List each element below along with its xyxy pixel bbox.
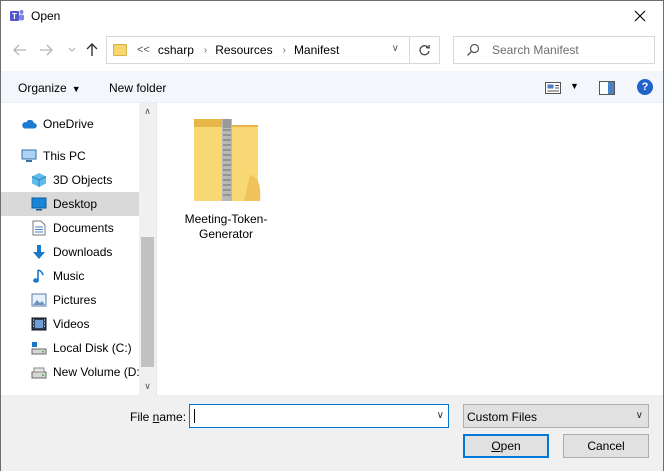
- footer-panel: File name: ∨ Custom Files ∨ Open Cancel: [1, 395, 663, 471]
- sidebar-item-pictures[interactable]: Pictures: [31, 288, 139, 312]
- folder-icon: [113, 44, 127, 56]
- preview-pane-icon[interactable]: [599, 81, 615, 95]
- file-name-line: Generator: [198, 227, 254, 241]
- forward-arrow-icon: [40, 44, 53, 56]
- sidebar-item-local-disk[interactable]: Local Disk (C:): [31, 336, 139, 360]
- forward-button[interactable]: [37, 41, 55, 59]
- file-name-line: Meeting-Token-: [184, 212, 268, 226]
- open-dialog: T Open << csharp › Resources › Manifest …: [0, 0, 664, 471]
- command-bar: Organize ▼ New folder ▼ ?: [1, 71, 663, 103]
- sidebar-item-videos[interactable]: Videos: [31, 312, 139, 336]
- sidebar-item-downloads[interactable]: Downloads: [31, 240, 139, 264]
- organize-label: Organize: [18, 81, 67, 95]
- sidebar-item-label: This PC: [43, 149, 86, 163]
- new-folder-button[interactable]: New folder: [109, 81, 166, 95]
- drive-icon: [31, 364, 47, 380]
- sidebar-item-label: Desktop: [53, 197, 98, 211]
- text-cursor: [194, 409, 195, 423]
- sidebar-item-label: Music: [53, 269, 85, 283]
- close-icon: [634, 10, 646, 22]
- sidebar-item-label: 3D Objects: [53, 173, 113, 187]
- change-view-icon[interactable]: [545, 82, 561, 94]
- breadcrumb-manifest[interactable]: Manifest: [294, 43, 339, 57]
- document-icon: [31, 220, 47, 236]
- chevron-right-icon[interactable]: ›: [204, 45, 207, 56]
- file-name-label: File name:: [130, 410, 186, 424]
- file-name-input[interactable]: ∨: [189, 404, 449, 428]
- sidebar-scrollbar[interactable]: ∧ ∨: [139, 103, 156, 395]
- drive-icon: [31, 340, 47, 356]
- sidebar-item-label: Documents: [53, 221, 114, 235]
- refresh-button[interactable]: [409, 37, 439, 63]
- teams-icon: T: [10, 10, 24, 21]
- open-accel: O: [491, 439, 501, 453]
- sidebar-item-onedrive[interactable]: OneDrive: [21, 112, 139, 136]
- window-title: Open: [31, 9, 61, 23]
- up-arrow-icon: [86, 43, 98, 56]
- sidebar-item-label: Pictures: [53, 293, 97, 307]
- open-button[interactable]: Open: [463, 434, 549, 458]
- address-history-button[interactable]: ∨: [392, 43, 399, 54]
- download-icon: [31, 244, 47, 260]
- picture-icon: [31, 292, 47, 308]
- file-item[interactable]: Meeting-Token- Generator: [179, 115, 273, 242]
- sidebar-item-3d-objects[interactable]: 3D Objects: [31, 168, 139, 192]
- recent-locations-button[interactable]: [63, 41, 81, 59]
- sidebar-item-desktop[interactable]: Desktop: [1, 192, 139, 216]
- cube-icon: [31, 172, 47, 188]
- cancel-button[interactable]: Cancel: [563, 434, 649, 458]
- chevron-down-icon: ∨: [635, 410, 643, 421]
- caret-down-icon: ▼: [71, 84, 81, 94]
- file-name-label-part: ame:: [159, 410, 187, 424]
- navigation-pane: OneDrive This PC 3D Objects Desktop Docu…: [1, 103, 157, 395]
- title-bar: T Open: [1, 1, 663, 31]
- refresh-icon: [419, 44, 430, 55]
- close-button[interactable]: [625, 5, 655, 27]
- sidebar-item-label: Downloads: [53, 245, 113, 259]
- music-icon: [31, 268, 47, 284]
- sidebar-item-this-pc[interactable]: This PC: [21, 144, 139, 168]
- sidebar-item-label: New Volume (D:: [53, 365, 139, 379]
- back-arrow-icon: [13, 44, 26, 56]
- organize-button[interactable]: Organize ▼: [18, 81, 81, 95]
- file-name-label-part: File: [130, 410, 153, 424]
- sidebar-item-label: OneDrive: [43, 117, 94, 131]
- help-button[interactable]: ?: [637, 79, 653, 95]
- search-placeholder: Search Manifest: [492, 43, 579, 57]
- chevron-right-icon[interactable]: ›: [283, 45, 286, 56]
- open-label: pen: [500, 439, 521, 453]
- breadcrumb-resources[interactable]: Resources: [215, 43, 272, 57]
- computer-icon: [21, 148, 37, 164]
- sidebar-item-label: Local Disk (C:): [53, 341, 132, 355]
- sidebar-item-music[interactable]: Music: [31, 264, 139, 288]
- file-name: Meeting-Token- Generator: [179, 212, 273, 242]
- up-button[interactable]: [83, 41, 101, 59]
- desktop-icon: [31, 196, 47, 212]
- svg-text:T: T: [12, 12, 17, 21]
- address-overflow[interactable]: <<: [137, 44, 150, 56]
- sidebar-item-label: Videos: [53, 317, 90, 331]
- chevron-down-icon: [68, 47, 76, 52]
- search-box[interactable]: Search Manifest: [453, 36, 655, 64]
- onedrive-icon: [21, 116, 37, 132]
- scroll-up-arrow-icon[interactable]: ∧: [139, 103, 156, 120]
- sidebar-item-new-volume[interactable]: New Volume (D:: [31, 360, 139, 384]
- back-button[interactable]: [11, 41, 29, 59]
- file-type-value: Custom Files: [467, 410, 538, 424]
- search-icon: [467, 43, 480, 56]
- view-options-dropdown[interactable]: ▼: [570, 81, 579, 91]
- scroll-down-arrow-icon[interactable]: ∨: [139, 378, 156, 395]
- file-list[interactable]: Meeting-Token- Generator: [157, 103, 663, 395]
- scrollbar-thumb[interactable]: [141, 237, 154, 367]
- address-bar[interactable]: << csharp › Resources › Manifest ∨: [106, 36, 440, 64]
- sidebar-item-documents[interactable]: Documents: [31, 216, 139, 240]
- navigation-bar: << csharp › Resources › Manifest ∨ Searc…: [1, 31, 663, 71]
- file-type-select[interactable]: Custom Files ∨: [463, 404, 649, 428]
- breadcrumb-csharp[interactable]: csharp: [158, 43, 194, 57]
- video-icon: [31, 316, 47, 332]
- chevron-down-icon[interactable]: ∨: [437, 410, 444, 421]
- zip-folder-icon: [194, 119, 261, 201]
